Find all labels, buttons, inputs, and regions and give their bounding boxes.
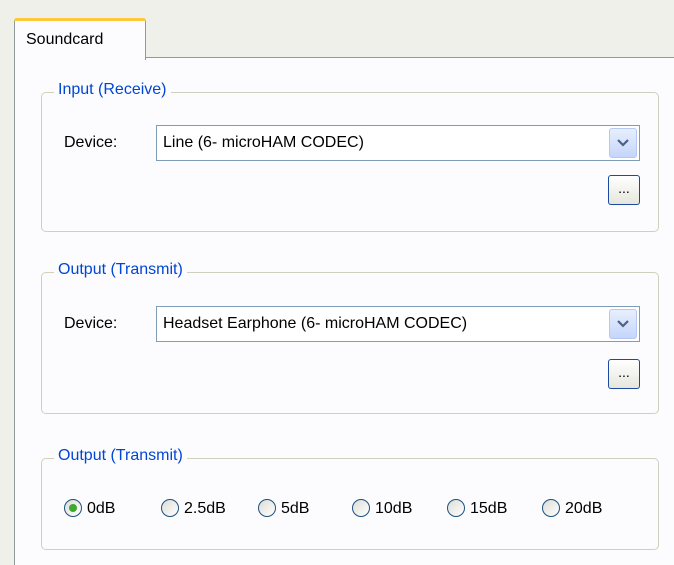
output-dropdown-button[interactable] xyxy=(609,309,637,339)
radio-2-5db-label: 2.5dB xyxy=(184,500,226,517)
radio-0db-label: 0dB xyxy=(87,500,116,517)
output-group: Output (Transmit) Device: Headset Earpho… xyxy=(41,261,659,414)
chevron-down-icon xyxy=(617,139,629,147)
input-device-label: Device: xyxy=(64,134,118,151)
soundcard-page: Input (Receive) Device: Line (6- microHA… xyxy=(14,58,674,565)
radio-selected-dot xyxy=(69,504,77,512)
tab-soundcard-label: Soundcard xyxy=(26,31,104,48)
input-device-select[interactable]: Line (6- microHAM CODEC) xyxy=(156,125,640,161)
radio-5db-label: 5dB xyxy=(281,500,310,517)
radio-circle xyxy=(447,499,465,517)
radio-circle xyxy=(542,499,560,517)
input-group-legend: Input (Receive) xyxy=(54,81,171,99)
output-level-legend: Output (Transmit) xyxy=(54,447,187,465)
input-device-value: Line (6- microHAM CODEC) xyxy=(163,134,364,151)
radio-15db-label: 15dB xyxy=(470,500,508,517)
chevron-down-icon xyxy=(617,320,629,328)
radio-circle xyxy=(161,499,179,517)
radio-10db-label: 10dB xyxy=(375,500,413,517)
tab-soundcard[interactable]: Soundcard xyxy=(14,18,146,60)
output-group-legend: Output (Transmit) xyxy=(54,261,187,279)
output-device-value: Headset Earphone (6- microHAM CODEC) xyxy=(163,315,468,332)
input-dropdown-button[interactable] xyxy=(609,128,637,158)
output-device-select[interactable]: Headset Earphone (6- microHAM CODEC) xyxy=(156,306,640,342)
radio-circle xyxy=(258,499,276,517)
radio-20db-label: 20dB xyxy=(565,500,603,517)
output-more-button[interactable]: ... xyxy=(608,359,640,389)
input-more-button[interactable]: ... xyxy=(608,175,640,205)
radio-circle xyxy=(64,499,82,517)
input-group: Input (Receive) Device: Line (6- microHA… xyxy=(41,81,659,232)
radio-circle xyxy=(352,499,370,517)
output-device-label: Device: xyxy=(64,315,118,332)
output-level-group: Output (Transmit) 0dB 2.5dB 5dB 10dB 15d… xyxy=(41,447,659,550)
